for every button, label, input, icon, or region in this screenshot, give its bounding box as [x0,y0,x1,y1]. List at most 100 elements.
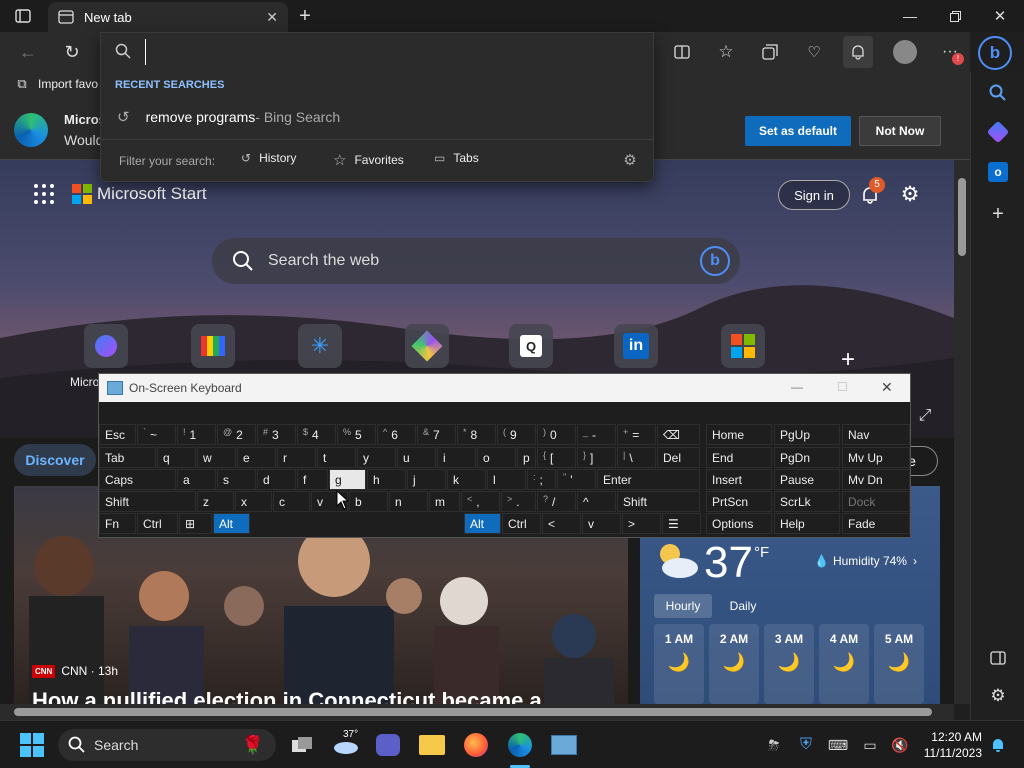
sidebar-settings-icon[interactable]: ⚙ [988,686,1008,706]
key-p[interactable]: p [517,447,536,468]
new-tab-icon[interactable]: + [294,4,316,28]
quick-link-store[interactable] [721,324,765,368]
sidebar-add-icon[interactable]: + [988,203,1008,225]
key-4[interactable]: $4 [297,424,336,445]
tab-daily[interactable]: Daily [716,594,770,618]
web-search-box[interactable]: Search the web b [212,238,740,284]
key-symbol[interactable]: ` ~ [137,424,176,445]
key-e[interactable]: e [237,447,276,468]
start-button[interactable] [16,729,48,761]
firefox-icon[interactable] [460,729,492,761]
quick-link-search[interactable]: Q [509,324,553,368]
file-explorer-icon[interactable] [416,729,448,761]
profile-avatar[interactable] [893,40,917,64]
filter-tabs-button[interactable]: ▭ Tabs [434,151,479,165]
key-h[interactable]: h [367,469,406,490]
refresh-icon[interactable]: ↻ [60,41,84,63]
back-icon[interactable]: ← [16,41,40,63]
settings-gear-icon[interactable]: ⚙ [898,182,922,206]
recent-search-item[interactable]: ↺ remove programs - Bing Search [101,99,653,135]
apps-grid-icon[interactable] [32,182,56,206]
key-2[interactable]: @2 [217,424,256,445]
key-symbol[interactable]: <, [461,491,500,512]
key-8[interactable]: * 8 [457,424,496,445]
key-t[interactable]: t [317,447,356,468]
key-symbol[interactable]: < [542,513,581,534]
scroll-thumb[interactable] [958,178,966,256]
quick-link-app[interactable] [405,324,449,368]
key-shift[interactable]: Shift [617,491,700,512]
minimize-icon[interactable]: — [900,6,920,26]
tab-actions-icon[interactable] [14,8,32,24]
quick-link-walmart[interactable]: ✳ [298,324,342,368]
key-symbol[interactable]: }] [577,447,616,468]
key-i[interactable]: i [437,447,476,468]
quick-link-shopping[interactable] [191,324,235,368]
browser-essentials-icon[interactable]: ♡ [804,42,824,62]
key-ctrl[interactable]: Ctrl [137,513,178,534]
tab-new-tab[interactable]: New tab ✕ [48,2,288,32]
key-7[interactable]: & 7 [417,424,456,445]
copilot-icon[interactable]: b [978,36,1012,70]
key-c[interactable]: c [273,491,310,512]
key-symbol[interactable]: ⊞ [179,513,212,534]
set-default-button[interactable]: Set as default [745,116,851,146]
dropdown-settings-icon[interactable]: ⚙ [621,151,639,169]
split-screen-icon[interactable] [672,42,692,62]
bing-chat-icon[interactable]: b [700,246,730,276]
key-1[interactable]: ! 1 [177,424,216,445]
key-fn[interactable]: Fn [99,513,136,534]
key-tab[interactable]: Tab [99,447,156,468]
key-k[interactable]: k [447,469,486,490]
tab-hourly[interactable]: Hourly [654,594,712,618]
key-shift[interactable]: Shift [99,491,196,512]
teams-chat-icon[interactable] [372,729,404,761]
sign-in-button[interactable]: Sign in [778,180,850,210]
key-d[interactable]: d [257,469,296,490]
key-pgup[interactable]: PgUp [774,424,840,445]
horizontal-scrollbar[interactable] [0,704,954,720]
close-window-icon[interactable]: ✕ [990,6,1010,26]
key-symbol[interactable]: _ - [577,424,616,445]
notifications-icon[interactable] [843,36,873,68]
osk-title-bar[interactable]: On-Screen Keyboard — ☐ ✕ [99,374,910,402]
display-icon[interactable]: ▭ [856,729,884,761]
hscroll-thumb[interactable] [14,708,932,716]
key-n[interactable]: n [389,491,428,512]
key-enter[interactable]: Enter [597,469,700,490]
key-nav[interactable]: Nav [842,424,910,445]
key-v[interactable]: v [582,513,621,534]
key-ctrl[interactable]: Ctrl [502,513,541,534]
restore-icon[interactable] [945,6,965,26]
key-mvdn[interactable]: Mv Dn [842,469,910,490]
vertical-scrollbar[interactable] [954,160,970,704]
clock-date[interactable]: 11/11/2023 [910,746,982,760]
notification-center-icon[interactable] [986,729,1010,761]
hide-sidebar-icon[interactable] [988,648,1008,668]
quick-link-linkedin[interactable]: in [614,324,658,368]
humidity-link[interactable]: 💧 Humidity 74% › [814,554,917,568]
key-9[interactable]: (9 [497,424,536,445]
import-favorites-link[interactable]: Import favo [38,77,98,91]
key-esc[interactable]: Esc [99,424,136,445]
osk-close-icon[interactable]: ✕ [881,379,893,396]
key-3[interactable]: #3 [257,424,296,445]
task-view-icon[interactable] [286,729,318,761]
address-input[interactable] [145,39,635,65]
key-symbol[interactable]: ? / [537,491,576,512]
key-dock[interactable]: Dock [842,491,910,512]
quick-link-copilot[interactable] [84,324,128,368]
key-home[interactable]: Home [706,424,772,445]
news-headline[interactable]: How a nullified election in Connecticut … [32,688,542,704]
key-o[interactable]: o [477,447,516,468]
key-x[interactable]: x [235,491,272,512]
osk-maximize-icon[interactable]: ☐ [837,380,848,394]
key-symbol[interactable]: {[ [537,447,576,468]
taskbar-search[interactable]: Search 🌹 [58,729,276,761]
key-scrlk[interactable]: ScrLk [774,491,840,512]
key-b[interactable]: b [349,491,388,512]
clock-time[interactable]: 12:20 AM [920,730,982,744]
key-fade[interactable]: Fade [842,513,910,534]
key-g[interactable]: g [329,469,366,490]
key-symbol[interactable]: + = [617,424,656,445]
